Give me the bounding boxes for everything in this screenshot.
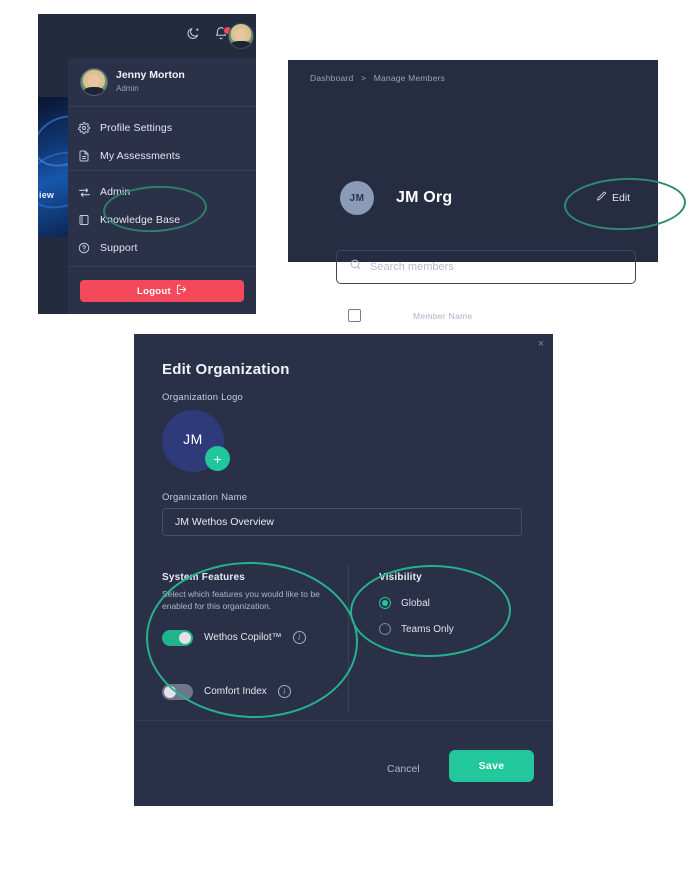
menu-item-label: Profile Settings bbox=[100, 122, 173, 134]
logout-arrow-icon bbox=[176, 284, 187, 298]
manage-members-panel: Dashboard > Manage Members JM JM Org Edi… bbox=[288, 60, 687, 322]
breadcrumb-separator: > bbox=[360, 73, 367, 83]
user-name: Jenny Morton bbox=[116, 69, 185, 81]
select-all-checkbox[interactable] bbox=[348, 309, 361, 322]
logout-label: Logout bbox=[137, 285, 171, 297]
search-icon bbox=[349, 258, 362, 276]
profile-dropdown-panel: iew Jenny Morton Admin Profile Settings … bbox=[38, 14, 256, 314]
logo-label: Organization Logo bbox=[162, 392, 244, 403]
org-name-field[interactable]: JM Wethos Overview bbox=[162, 508, 522, 536]
breadcrumb-root[interactable]: Dashboard bbox=[310, 73, 353, 83]
moon-icon[interactable] bbox=[186, 27, 200, 46]
org-name-value: JM Wethos Overview bbox=[175, 516, 274, 528]
breadcrumb: Dashboard > Manage Members bbox=[310, 73, 445, 83]
question-circle-icon bbox=[68, 242, 100, 254]
page-title: JM Org bbox=[396, 189, 453, 206]
book-icon bbox=[68, 214, 100, 226]
save-button[interactable]: Save bbox=[449, 750, 534, 782]
document-icon bbox=[68, 150, 100, 162]
menu-item-label: My Assessments bbox=[100, 150, 181, 162]
divider bbox=[68, 266, 256, 267]
user-avatar bbox=[80, 68, 108, 96]
column-header-member-name: Member Name bbox=[413, 311, 473, 321]
divider bbox=[68, 170, 256, 171]
close-icon[interactable]: × bbox=[535, 338, 547, 350]
edit-organization-modal: × Edit Organization Organization Logo JM… bbox=[134, 334, 553, 806]
avatar[interactable] bbox=[228, 23, 254, 49]
upload-logo-button[interactable]: + bbox=[205, 446, 230, 471]
background-hero-card bbox=[38, 97, 72, 237]
cancel-button[interactable]: Cancel bbox=[387, 763, 420, 775]
org-name-label: Organization Name bbox=[162, 492, 248, 503]
background-text: iew bbox=[39, 190, 55, 200]
sidebar-item-support[interactable]: Support bbox=[68, 234, 256, 262]
search-placeholder: Search members bbox=[370, 261, 454, 273]
logout-button[interactable]: Logout bbox=[80, 280, 244, 302]
annotation-ring-edit bbox=[563, 175, 687, 233]
user-role: Admin bbox=[116, 84, 139, 93]
menu-item-label: Support bbox=[100, 242, 138, 254]
top-bar bbox=[38, 14, 256, 58]
org-avatar: JM bbox=[340, 181, 374, 215]
plus-icon: + bbox=[213, 450, 222, 467]
sidebar-item-my-assessments[interactable]: My Assessments bbox=[68, 142, 256, 170]
breadcrumb-current: Manage Members bbox=[373, 73, 445, 83]
divider bbox=[68, 106, 256, 107]
gear-icon bbox=[68, 122, 100, 134]
modal-title: Edit Organization bbox=[162, 361, 290, 378]
sidebar-item-profile-settings[interactable]: Profile Settings bbox=[68, 114, 256, 142]
search-input[interactable]: Search members bbox=[336, 250, 636, 284]
org-logo-initials: JM bbox=[183, 431, 203, 447]
menu-user-header: Jenny Morton Admin bbox=[68, 58, 256, 106]
modal-footer: Cancel Save bbox=[134, 720, 553, 806]
swap-arrows-icon bbox=[68, 186, 100, 199]
